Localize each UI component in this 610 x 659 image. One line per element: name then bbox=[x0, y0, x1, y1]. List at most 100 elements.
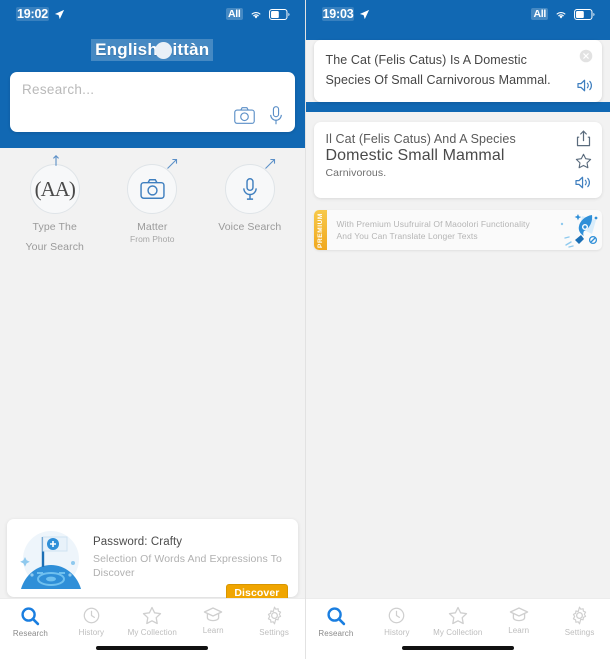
star-icon[interactable] bbox=[575, 153, 592, 169]
graduation-cap-icon bbox=[509, 607, 528, 622]
sparkle-arrow-icon bbox=[52, 155, 59, 166]
language-selector-row[interactable]: English cittàn bbox=[10, 28, 295, 72]
action-type-search[interactable]: (AA) Type The Your Search bbox=[9, 155, 101, 254]
nav-item-learn[interactable]: Learn bbox=[183, 606, 244, 635]
camera-glyph-icon bbox=[140, 179, 165, 199]
action-voice-search[interactable]: Voice Search bbox=[204, 158, 296, 254]
wifi-icon bbox=[556, 11, 566, 19]
status-time: 19:02 bbox=[16, 7, 49, 21]
action-photo-sublabel: From Photo bbox=[130, 234, 175, 244]
premium-badge-label: PREMIUM bbox=[316, 212, 324, 248]
language-pair-label[interactable]: English cittàn bbox=[91, 39, 214, 61]
nav-label-learn: Learn bbox=[202, 626, 224, 635]
nav-label-research: Research bbox=[12, 629, 48, 638]
nav-item-settings[interactable]: Settings bbox=[549, 606, 610, 637]
home-indicator bbox=[96, 646, 209, 650]
nav-item-history[interactable]: History bbox=[61, 606, 122, 637]
speaker-icon[interactable] bbox=[575, 175, 592, 190]
promo-description: Selection Of Words And Expressions To Di… bbox=[93, 553, 282, 579]
nav-item-my-collection[interactable]: My Collection bbox=[122, 606, 183, 637]
right-status-bar: 19:03 All bbox=[305, 0, 610, 28]
sparkle-arrow-icon bbox=[264, 158, 275, 169]
sparkle-arrow-icon bbox=[167, 158, 178, 169]
action-photo-label: Matter bbox=[137, 221, 168, 233]
result-action-icons bbox=[575, 130, 592, 190]
swap-languages-icon[interactable] bbox=[155, 42, 172, 59]
dual-screenshot-container: 19:02 All English cittàn Research... (AA… bbox=[0, 0, 610, 659]
search-input-box[interactable]: Research... bbox=[10, 72, 295, 132]
flag-hill-illustration bbox=[13, 523, 89, 593]
right-screen: 19:03 All The Cat (Felis Catus) Is A Dom… bbox=[305, 0, 610, 659]
search-icon bbox=[327, 607, 346, 626]
nav-item-settings[interactable]: Settings bbox=[244, 606, 305, 637]
microphone-icon[interactable] bbox=[224, 158, 275, 214]
quick-actions-row: (AA) Type The Your Search Matter From Ph… bbox=[0, 148, 305, 254]
gear-icon bbox=[267, 606, 281, 625]
home-indicator bbox=[401, 646, 514, 650]
nav-label-settings: Settings bbox=[259, 628, 289, 637]
left-bottom-nav: Research History My Collection Learn Set… bbox=[0, 598, 305, 659]
translation-result-card[interactable]: Il Cat (Felis Catus) And A Species Domes… bbox=[313, 122, 602, 198]
status-left-group: 19:02 bbox=[16, 7, 65, 21]
nav-label-history: History bbox=[78, 628, 105, 637]
wifi-icon bbox=[251, 11, 260, 19]
nav-label-history: History bbox=[384, 628, 410, 637]
location-arrow-icon bbox=[360, 9, 370, 19]
nav-item-history[interactable]: History bbox=[366, 606, 427, 637]
premium-banner[interactable]: PREMIUM With Premium Usufruiral Of Maool… bbox=[313, 210, 602, 250]
right-bottom-nav: Research History My Collection Learn Set… bbox=[305, 598, 610, 659]
source-text: The Cat (Felis Catus) Is A Domestic Spec… bbox=[325, 53, 551, 87]
nav-item-research[interactable]: Research bbox=[306, 606, 367, 638]
result-line-1: Il Cat (Felis Catus) And A Species bbox=[325, 132, 516, 146]
action-voice-label: Voice Search bbox=[218, 221, 282, 233]
premium-description: With Premium Usufruiral Of Maoolori Func… bbox=[336, 219, 530, 241]
nav-label-research: Research bbox=[318, 629, 354, 638]
result-line-2: Domestic Small Mammal bbox=[325, 147, 505, 164]
left-status-bar: 19:02 All bbox=[0, 0, 305, 28]
header-spacer bbox=[305, 28, 610, 40]
star-icon bbox=[448, 606, 467, 625]
promo-card[interactable]: Password: Crafty Selection Of Words And … bbox=[7, 519, 298, 602]
microphone-glyph-icon bbox=[242, 178, 257, 200]
history-clock-icon bbox=[83, 607, 100, 624]
status-right-group: All bbox=[531, 8, 596, 20]
nav-item-my-collection[interactable]: My Collection bbox=[427, 606, 488, 637]
battery-icon bbox=[574, 8, 595, 20]
star-icon bbox=[143, 606, 162, 625]
location-arrow-icon bbox=[54, 9, 65, 19]
rocket-illustration bbox=[538, 210, 602, 250]
text-aa-icon[interactable]: (AA) bbox=[29, 155, 80, 214]
premium-badge: PREMIUM bbox=[313, 210, 327, 250]
microphone-icon[interactable] bbox=[269, 106, 283, 125]
blue-header-strip bbox=[305, 102, 610, 112]
close-circle-icon[interactable] bbox=[579, 49, 593, 63]
nav-label-settings: Settings bbox=[564, 628, 595, 637]
speaker-icon[interactable] bbox=[577, 78, 594, 93]
camera-icon[interactable] bbox=[127, 158, 178, 214]
left-screen: 19:02 All English cittàn Research... (AA… bbox=[0, 0, 306, 659]
search-icon bbox=[21, 607, 40, 626]
promo-text-block: Password: Crafty Selection Of Words And … bbox=[89, 536, 288, 602]
share-icon[interactable] bbox=[576, 130, 591, 147]
nav-label-my-collection: My Collection bbox=[127, 628, 177, 637]
search-action-icons bbox=[233, 106, 283, 125]
carrier-badge: All bbox=[531, 8, 548, 20]
nav-item-research[interactable]: Research bbox=[0, 606, 61, 638]
status-time: 19:03 bbox=[321, 7, 355, 21]
aa-glyph: (AA) bbox=[34, 176, 76, 201]
camera-icon[interactable] bbox=[233, 107, 255, 124]
status-right-group: All bbox=[225, 8, 291, 20]
left-blue-header: English cittàn Research... bbox=[0, 28, 305, 148]
action-photo-search[interactable]: Matter From Photo bbox=[106, 158, 198, 254]
action-type-sublabel: Your Search bbox=[25, 241, 84, 253]
battery-icon bbox=[268, 8, 289, 20]
status-left-group: 19:03 bbox=[321, 7, 371, 21]
gear-icon bbox=[572, 606, 587, 625]
nav-label-learn: Learn bbox=[508, 626, 530, 635]
source-text-card[interactable]: The Cat (Felis Catus) Is A Domestic Spec… bbox=[313, 40, 602, 102]
search-input-placeholder[interactable]: Research... bbox=[22, 82, 94, 97]
history-clock-icon bbox=[389, 607, 405, 624]
carrier-badge: All bbox=[225, 8, 243, 20]
nav-item-learn[interactable]: Learn bbox=[488, 606, 549, 635]
graduation-cap-icon bbox=[203, 607, 223, 622]
